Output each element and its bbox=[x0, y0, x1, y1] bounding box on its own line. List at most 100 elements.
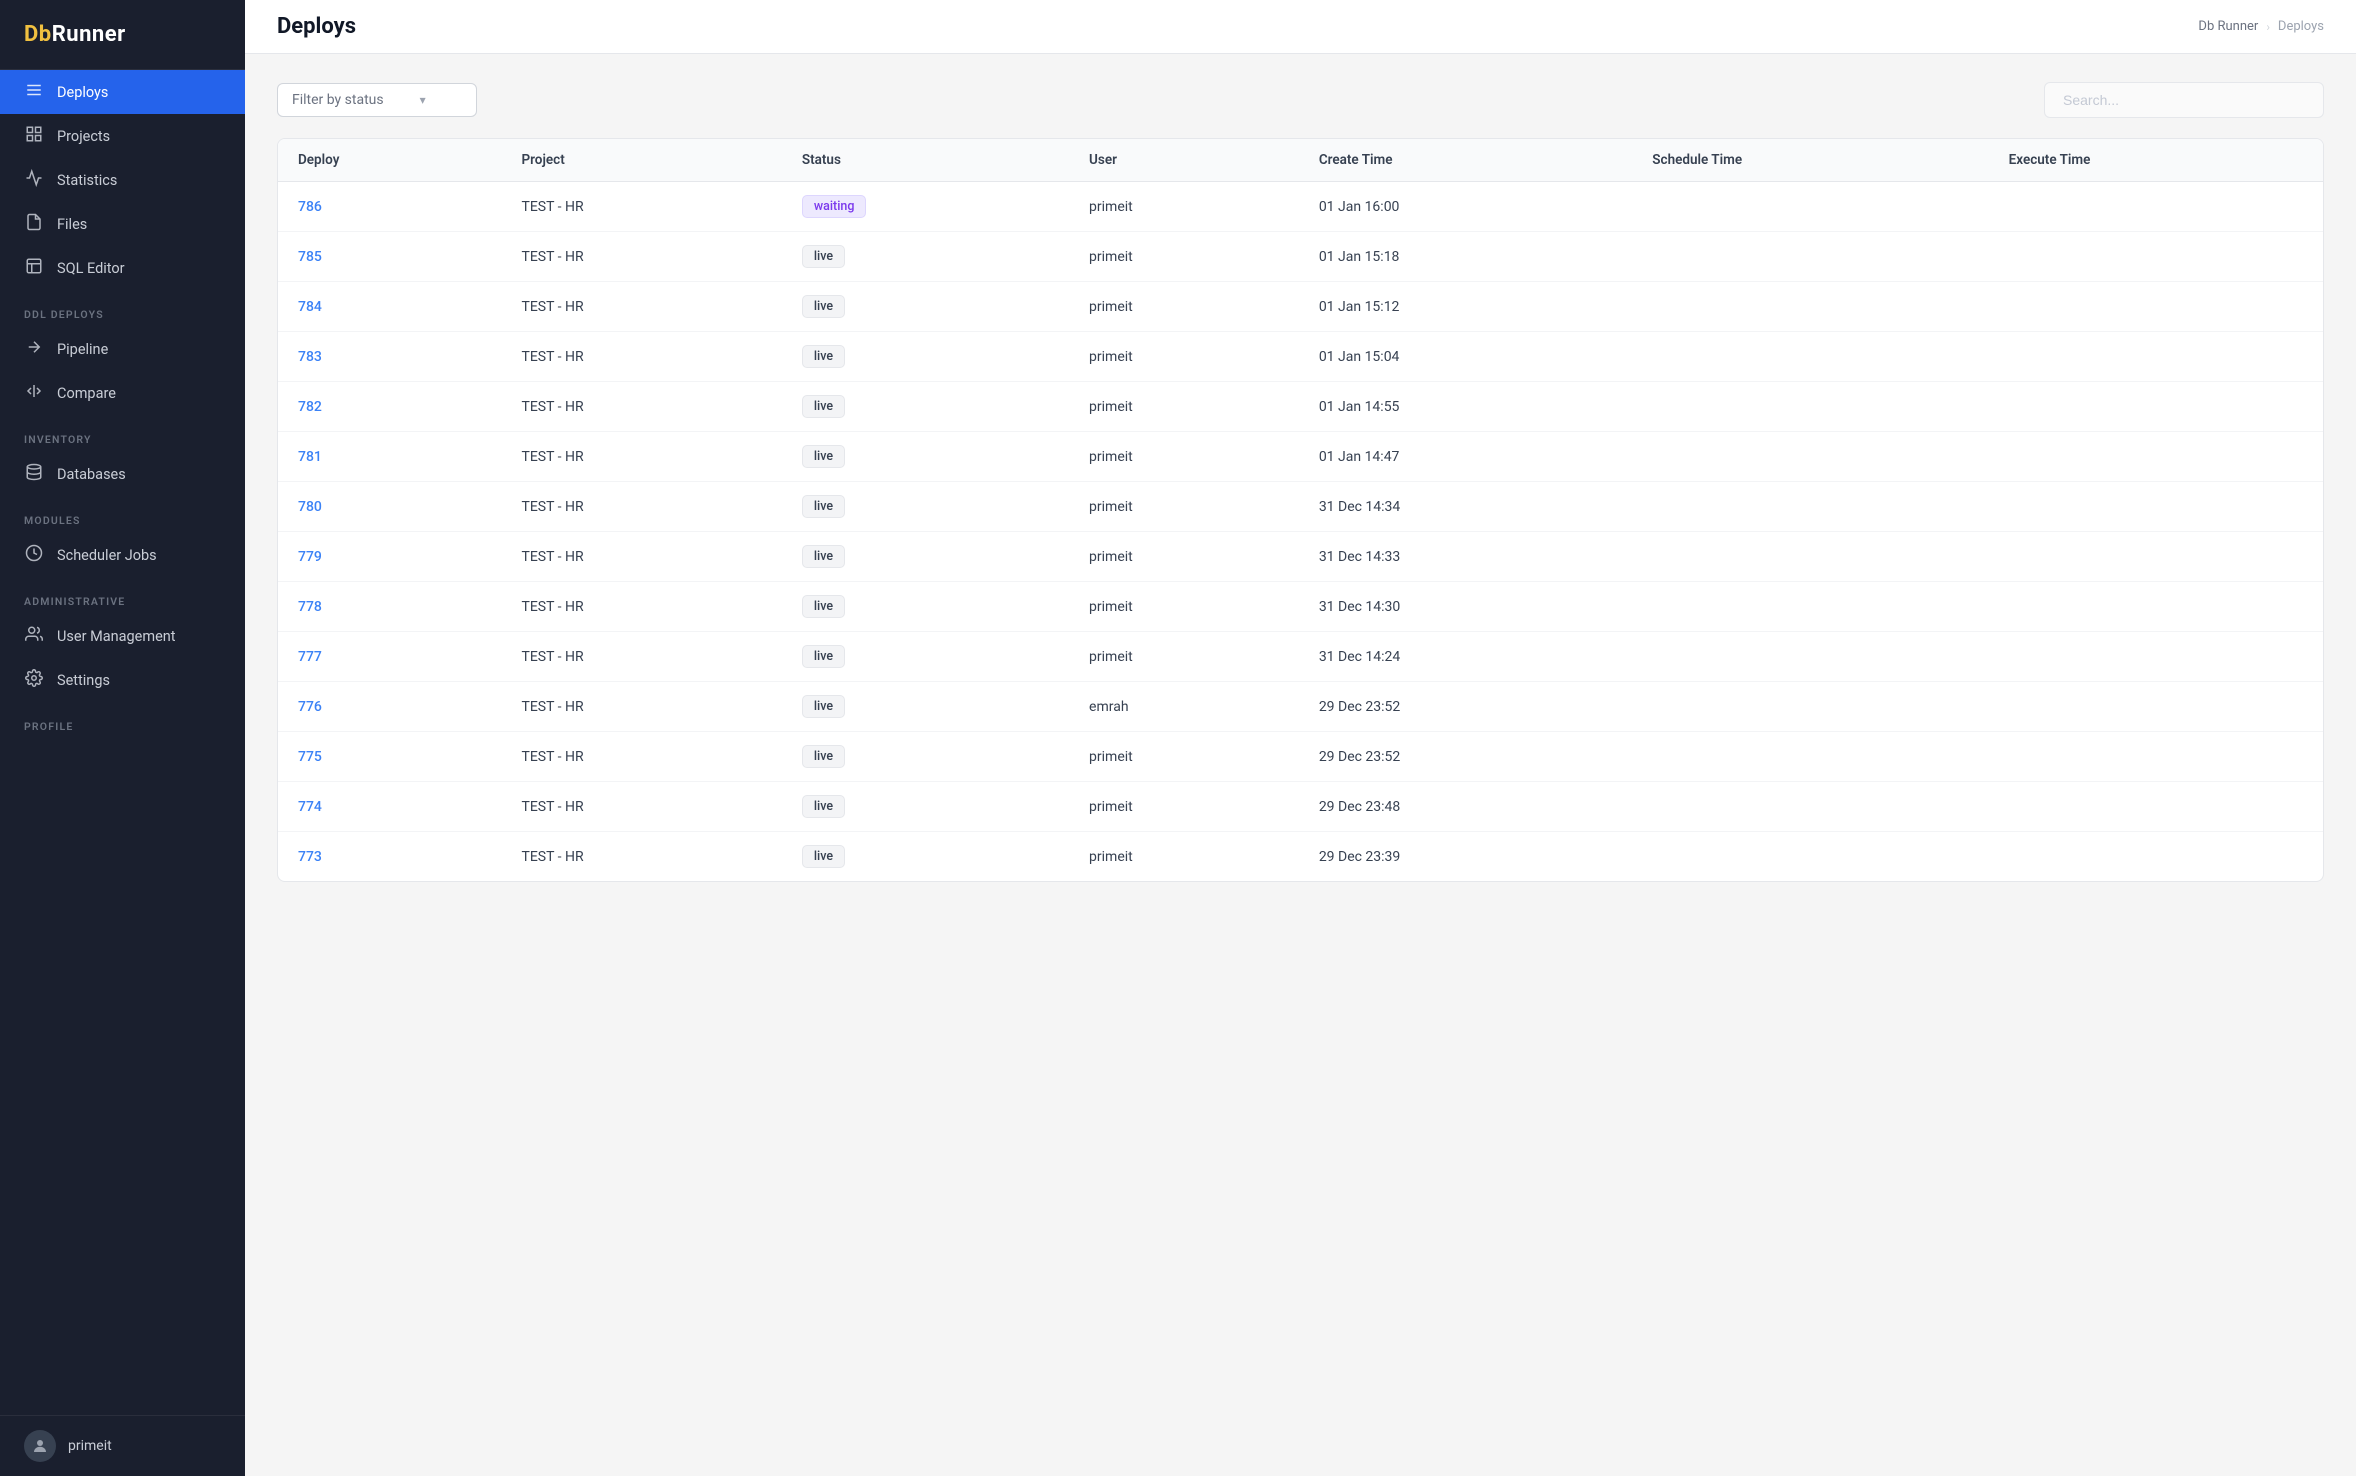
deploy-link[interactable]: 785 bbox=[298, 249, 322, 265]
deploy-link[interactable]: 779 bbox=[298, 549, 322, 565]
user-cell: primeit bbox=[1089, 649, 1133, 665]
status-badge: live bbox=[802, 795, 845, 818]
breadcrumb-separator: › bbox=[2266, 20, 2270, 34]
statistics-icon bbox=[24, 169, 44, 191]
deploy-link[interactable]: 782 bbox=[298, 399, 322, 415]
user-cell: primeit bbox=[1089, 799, 1133, 815]
search-wrapper bbox=[2044, 82, 2324, 118]
status-badge: waiting bbox=[802, 195, 867, 218]
sidebar-label-databases: Databases bbox=[57, 466, 126, 483]
status-badge: live bbox=[802, 745, 845, 768]
deploy-link[interactable]: 773 bbox=[298, 849, 322, 865]
deploy-link[interactable]: 778 bbox=[298, 599, 322, 615]
create-time-cell: 31 Dec 14:24 bbox=[1319, 649, 1400, 665]
table-row: 777TEST - HRliveprimeit31 Dec 14:24 bbox=[278, 632, 2323, 682]
sidebar-item-statistics[interactable]: Statistics bbox=[0, 158, 245, 202]
sidebar-item-files[interactable]: Files bbox=[0, 202, 245, 246]
create-time-cell: 31 Dec 14:30 bbox=[1319, 599, 1400, 615]
files-icon bbox=[24, 213, 44, 235]
sidebar-label-user-management: User Management bbox=[57, 628, 176, 645]
avatar bbox=[24, 1430, 56, 1462]
sidebar-item-projects[interactable]: Projects bbox=[0, 114, 245, 158]
status-badge: live bbox=[802, 395, 845, 418]
sidebar-item-compare[interactable]: Compare bbox=[0, 371, 245, 415]
table-body: 786TEST - HRwaitingprimeit01 Jan 16:0078… bbox=[278, 182, 2323, 882]
deploy-link[interactable]: 774 bbox=[298, 799, 322, 815]
table-row: 785TEST - HRliveprimeit01 Jan 15:18 bbox=[278, 232, 2323, 282]
deploy-link[interactable]: 783 bbox=[298, 349, 322, 365]
col-header-user: User bbox=[1069, 139, 1299, 182]
status-badge: live bbox=[802, 595, 845, 618]
table-row: 780TEST - HRliveprimeit31 Dec 14:34 bbox=[278, 482, 2323, 532]
table-header: DeployProjectStatusUserCreate TimeSchedu… bbox=[278, 139, 2323, 182]
user-cell: primeit bbox=[1089, 349, 1133, 365]
deploys-table: DeployProjectStatusUserCreate TimeSchedu… bbox=[278, 139, 2323, 881]
project-cell: TEST - HR bbox=[521, 249, 583, 265]
sidebar-label-projects: Projects bbox=[57, 128, 110, 145]
breadcrumb: Db Runner › Deploys bbox=[2198, 19, 2324, 34]
inventory-section-label: INVENTORY bbox=[0, 415, 245, 452]
sidebar-item-settings[interactable]: Settings bbox=[0, 658, 245, 702]
table-row: 782TEST - HRliveprimeit01 Jan 14:55 bbox=[278, 382, 2323, 432]
settings-icon bbox=[24, 669, 44, 691]
sidebar-item-pipeline[interactable]: Pipeline bbox=[0, 327, 245, 371]
create-time-cell: 01 Jan 15:18 bbox=[1319, 249, 1400, 265]
project-cell: TEST - HR bbox=[521, 499, 583, 515]
filter-by-status-dropdown[interactable]: Filter by status ▾ bbox=[277, 83, 477, 117]
create-time-cell: 29 Dec 23:39 bbox=[1319, 849, 1400, 865]
status-badge: live bbox=[802, 345, 845, 368]
create-time-cell: 01 Jan 14:55 bbox=[1319, 399, 1400, 415]
scheduler-jobs-icon bbox=[24, 544, 44, 566]
status-badge: live bbox=[802, 645, 845, 668]
create-time-cell: 01 Jan 14:47 bbox=[1319, 449, 1400, 465]
sidebar-item-sql-editor[interactable]: SQL Editor bbox=[0, 246, 245, 290]
deploy-link[interactable]: 776 bbox=[298, 699, 322, 715]
deploy-link[interactable]: 780 bbox=[298, 499, 322, 515]
project-cell: TEST - HR bbox=[521, 799, 583, 815]
admin-section-label: ADMINISTRATIVE bbox=[0, 577, 245, 614]
deploys-icon bbox=[24, 81, 44, 103]
sidebar-item-user-management[interactable]: User Management bbox=[0, 614, 245, 658]
project-cell: TEST - HR bbox=[521, 749, 583, 765]
sidebar-item-deploys[interactable]: Deploys bbox=[0, 70, 245, 114]
sidebar-label-deploys: Deploys bbox=[57, 84, 108, 101]
table-row: 786TEST - HRwaitingprimeit01 Jan 16:00 bbox=[278, 182, 2323, 232]
sidebar-label-statistics: Statistics bbox=[57, 172, 117, 189]
project-cell: TEST - HR bbox=[521, 449, 583, 465]
status-badge: live bbox=[802, 695, 845, 718]
table-row: 783TEST - HRliveprimeit01 Jan 15:04 bbox=[278, 332, 2323, 382]
page-title: Deploys bbox=[277, 14, 356, 39]
sidebar-label-pipeline: Pipeline bbox=[57, 341, 108, 358]
user-cell: primeit bbox=[1089, 299, 1133, 315]
profile-section-label: PROFILE bbox=[0, 702, 245, 739]
pipeline-icon bbox=[24, 338, 44, 360]
create-time-cell: 31 Dec 14:34 bbox=[1319, 499, 1400, 515]
databases-icon bbox=[24, 463, 44, 485]
project-cell: TEST - HR bbox=[521, 549, 583, 565]
deploy-link[interactable]: 781 bbox=[298, 449, 322, 465]
deploy-link[interactable]: 786 bbox=[298, 199, 322, 215]
sidebar-item-scheduler-jobs[interactable]: Scheduler Jobs bbox=[0, 533, 245, 577]
project-cell: TEST - HR bbox=[521, 599, 583, 615]
table-row: 784TEST - HRliveprimeit01 Jan 15:12 bbox=[278, 282, 2323, 332]
sidebar: DbRunner Deploys Projects Statistics Fil… bbox=[0, 0, 245, 1476]
sidebar-item-databases[interactable]: Databases bbox=[0, 452, 245, 496]
deploy-link[interactable]: 777 bbox=[298, 649, 322, 665]
content-area: Filter by status ▾ DeployProjectStatusUs… bbox=[245, 54, 2356, 1476]
user-cell: primeit bbox=[1089, 849, 1133, 865]
main-content: Deploys Db Runner › Deploys Filter by st… bbox=[245, 0, 2356, 1476]
deploy-link[interactable]: 784 bbox=[298, 299, 322, 315]
table-row: 775TEST - HRliveprimeit29 Dec 23:52 bbox=[278, 732, 2323, 782]
create-time-cell: 29 Dec 23:48 bbox=[1319, 799, 1400, 815]
table-row: 774 TEST - HR live primeit 29 Dec 23:48 bbox=[278, 782, 2323, 832]
status-badge: live bbox=[802, 295, 845, 318]
deploys-table-container: DeployProjectStatusUserCreate TimeSchedu… bbox=[277, 138, 2324, 882]
user-cell: primeit bbox=[1089, 399, 1133, 415]
profile-area: primeit bbox=[0, 1415, 245, 1476]
filter-label: Filter by status bbox=[292, 92, 384, 108]
table-row: 773TEST - HRliveprimeit29 Dec 23:39 bbox=[278, 832, 2323, 882]
user-cell: emrah bbox=[1089, 699, 1129, 715]
deploy-link[interactable]: 775 bbox=[298, 749, 322, 765]
create-time-cell: 01 Jan 16:00 bbox=[1319, 199, 1400, 215]
search-input[interactable] bbox=[2044, 82, 2324, 118]
